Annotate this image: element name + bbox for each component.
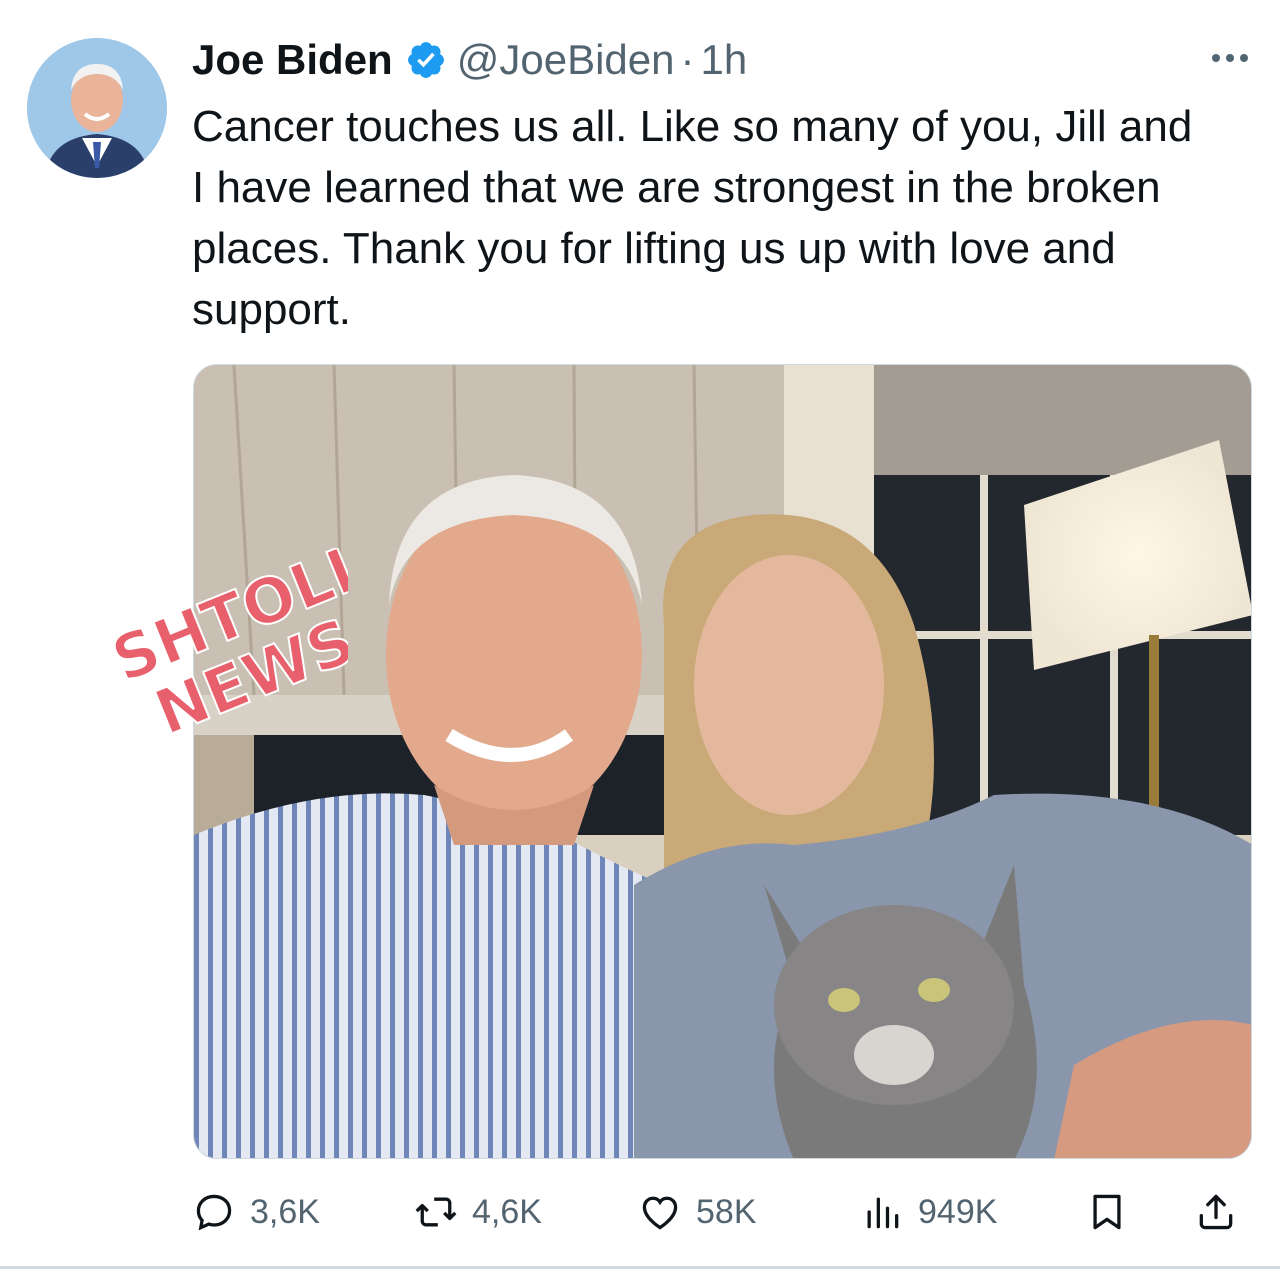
- more-options-icon[interactable]: [1200, 40, 1260, 76]
- author-avatar[interactable]: [27, 38, 167, 178]
- reply-count: 3,6K: [250, 1192, 320, 1231]
- author-name[interactable]: Joe Biden: [192, 36, 393, 84]
- share-button[interactable]: [1194, 1184, 1238, 1240]
- tweet-text: Cancer touches us all. Like so many of y…: [192, 102, 1193, 334]
- tweet-photo[interactable]: [193, 364, 1252, 1159]
- share-icon: [1199, 1194, 1233, 1230]
- reply-icon: [196, 1194, 232, 1231]
- reply-button[interactable]: 3,6K: [192, 1184, 320, 1240]
- repost-icon: [415, 1197, 457, 1227]
- bookmark-icon: [1093, 1194, 1121, 1230]
- views-chart-icon: [867, 1197, 899, 1229]
- tweet-actions-bar: 3,6K 4,6K 58K 949K: [192, 1184, 1252, 1240]
- tweet-header: Joe Biden @JoeBiden · 1h: [192, 34, 747, 86]
- author-handle[interactable]: @JoeBiden: [457, 36, 675, 84]
- photo-image: [194, 365, 1251, 1158]
- verified-badge-icon: [407, 42, 444, 78]
- watermark-logo: SHTOLL NEWS: [101, 548, 348, 748]
- repost-count: 4,6K: [472, 1192, 542, 1231]
- heart-icon: [642, 1196, 678, 1230]
- like-count: 58K: [696, 1192, 757, 1231]
- views-button[interactable]: 949K: [860, 1184, 997, 1240]
- like-button[interactable]: 58K: [638, 1184, 757, 1240]
- repost-button[interactable]: 4,6K: [414, 1184, 542, 1240]
- views-count: 949K: [918, 1192, 998, 1231]
- avatar-photo: [27, 38, 167, 178]
- bookmark-button[interactable]: [1085, 1184, 1129, 1240]
- tweet-timestamp[interactable]: 1h: [701, 36, 748, 84]
- separator-dot: ·: [680, 36, 695, 83]
